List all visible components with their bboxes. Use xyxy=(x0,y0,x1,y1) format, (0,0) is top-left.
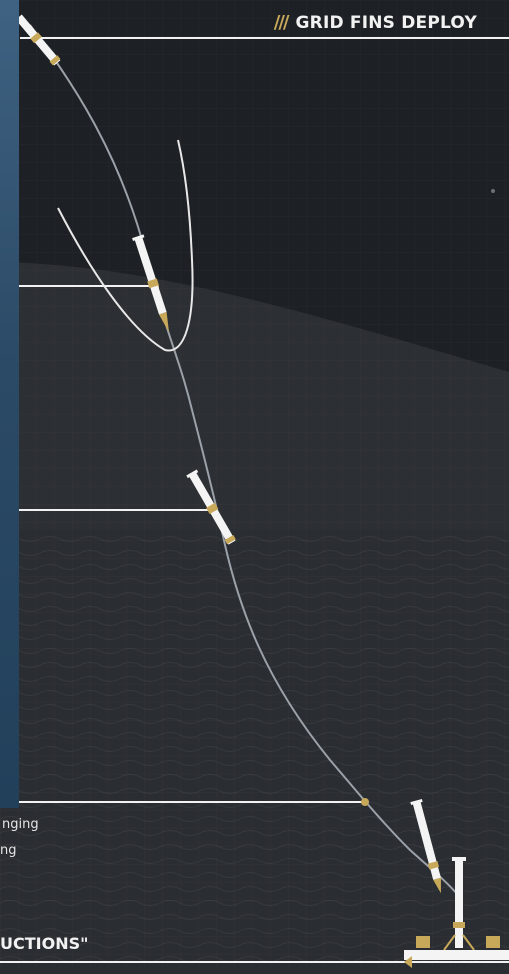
phase-label-grid-fins: /// GRID FINS DEPLOY xyxy=(274,12,477,33)
phase-label-text: GRID FINS DEPLOY xyxy=(295,12,477,33)
side-caption-1: nging xyxy=(2,817,39,832)
checkpoint-dot-icon xyxy=(361,798,369,806)
grid-overlay xyxy=(0,0,509,970)
bottom-caption: UCTIONS" xyxy=(0,934,89,953)
star-dot xyxy=(491,189,495,193)
phase-marker: /// xyxy=(273,12,290,33)
side-caption-2: ng xyxy=(0,843,17,858)
side-panel xyxy=(0,0,19,808)
trajectory-diagram-svg xyxy=(0,0,509,970)
landing-diagram: /// GRID FINS DEPLOY nging ng UCTIONS" xyxy=(0,0,509,970)
